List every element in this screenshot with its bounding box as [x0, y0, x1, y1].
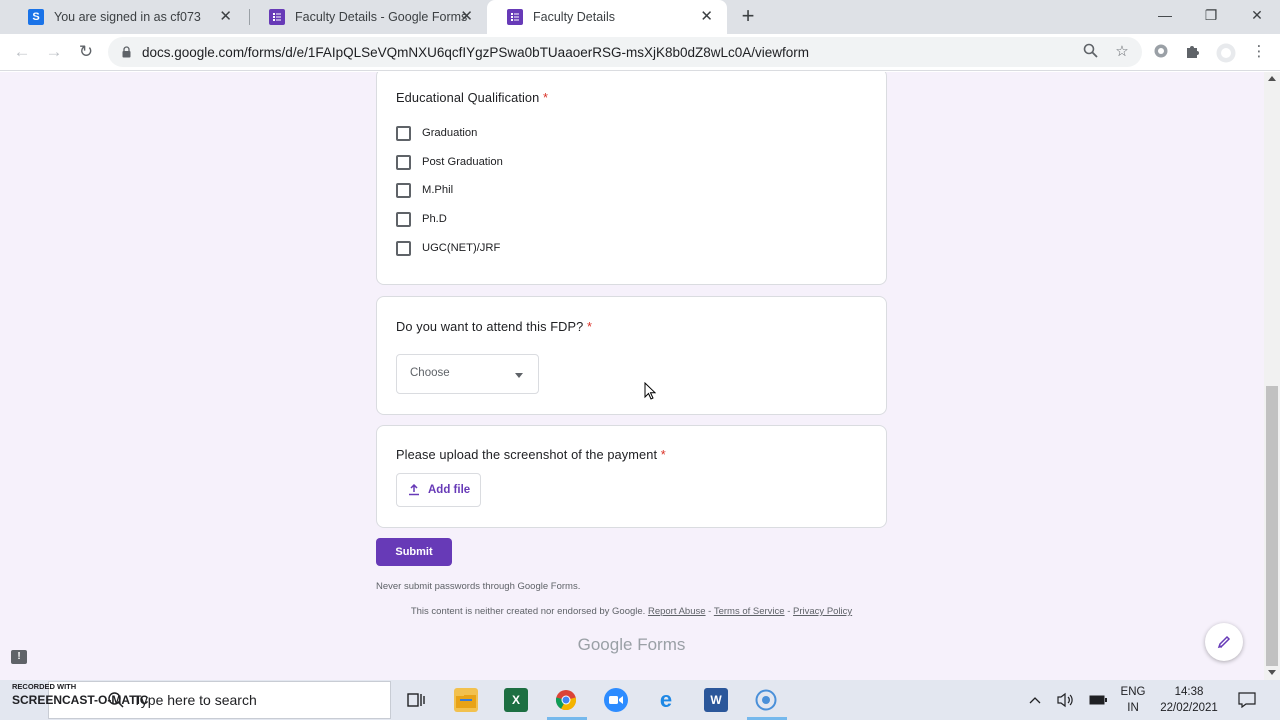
tab-strip: S You are signed in as cf073 ✕ Faculty D…: [0, 0, 1280, 34]
question-card-upload: Please upload the screenshot of the paym…: [376, 425, 887, 528]
footer-separator: -: [705, 606, 714, 617]
checkbox-option[interactable]: Ph.D: [396, 211, 447, 227]
menu-dots-icon[interactable]: ⋮: [1250, 43, 1268, 61]
windows-taskbar: Type here to search X e W ENG IN 14:38 2…: [0, 680, 1280, 720]
chrome-icon[interactable]: [554, 688, 578, 712]
watermark-screencast: SCREENCAST-O-MATIC: [12, 693, 149, 707]
profile-avatar-icon[interactable]: [1216, 43, 1236, 63]
search-placeholder: Type here to search: [133, 692, 257, 708]
tab-signed-in[interactable]: S You are signed in as cf073 ✕: [8, 0, 246, 34]
system-clock[interactable]: 14:38 22/02/2021: [1150, 684, 1228, 716]
option-label: Post Graduation: [422, 156, 503, 168]
checkbox[interactable]: [396, 125, 411, 141]
logo-forms-text: Forms: [637, 635, 686, 654]
form-footer: This content is neither created nor endo…: [376, 606, 887, 617]
forward-arrow-icon[interactable]: →: [44, 42, 64, 62]
star-icon[interactable]: ☆: [1113, 43, 1131, 61]
scrollbar-thumb[interactable]: [1266, 386, 1278, 666]
file-explorer-icon[interactable]: [454, 688, 478, 712]
task-view-icon[interactable]: [404, 688, 428, 712]
notifications-icon[interactable]: [1234, 680, 1260, 720]
tab-title: Faculty Details - Google Forms: [295, 10, 468, 24]
option-label: UGC(NET)/JRF: [422, 242, 501, 254]
dropdown-arrow-icon: [515, 373, 523, 378]
question-title: Educational Qualification *: [396, 90, 549, 105]
checkbox[interactable]: [396, 154, 411, 170]
puzzle-icon[interactable]: [1184, 43, 1202, 61]
checkbox[interactable]: [396, 240, 411, 256]
logo-google-text: Google: [577, 635, 633, 654]
battery-icon[interactable]: [1086, 680, 1110, 720]
tab-title: Faculty Details: [533, 10, 615, 24]
question-title: Do you want to attend this FDP? *: [396, 319, 593, 334]
add-file-button[interactable]: Add file: [396, 473, 481, 507]
watermark-recorded-with: RECORDED WITH: [12, 682, 77, 691]
google-forms-icon: [269, 9, 285, 25]
google-forms-icon: [507, 9, 523, 25]
option-label: Graduation: [422, 127, 478, 139]
checkbox[interactable]: [396, 211, 411, 227]
clock-time: 14:38: [1174, 686, 1204, 698]
checkbox[interactable]: [396, 182, 411, 198]
option-label: Ph.D: [422, 213, 447, 225]
privacy-policy-link[interactable]: Privacy Policy: [793, 606, 852, 617]
back-arrow-icon[interactable]: ←: [12, 42, 32, 62]
report-problem-icon[interactable]: !: [11, 650, 27, 664]
extension-icon[interactable]: [1152, 43, 1170, 61]
address-bar[interactable]: docs.google.com/forms/d/e/1FAIpQLSeVQmNX…: [108, 37, 1142, 67]
restore-icon[interactable]: ❐: [1188, 0, 1234, 30]
show-hidden-icons-chevron-icon[interactable]: [1024, 680, 1046, 720]
question-title: Please upload the screenshot of the paym…: [396, 447, 666, 462]
edit-pencil-icon[interactable]: [1205, 623, 1243, 661]
select-placeholder: Choose: [410, 367, 450, 379]
close-window-icon[interactable]: ✕: [1234, 0, 1280, 30]
question-card-fdp: Do you want to attend this FDP? * Choose: [376, 296, 887, 415]
scroll-up-arrow-icon[interactable]: [1268, 76, 1276, 81]
fdp-select-dropdown[interactable]: Choose: [396, 354, 539, 394]
report-abuse-link[interactable]: Report Abuse: [648, 606, 706, 617]
excel-icon[interactable]: X: [504, 688, 528, 712]
question-card-qualification: Educational Qualification * Graduation P…: [376, 72, 887, 285]
internet-explorer-icon[interactable]: e: [654, 687, 678, 712]
page-scrollbar[interactable]: [1264, 72, 1280, 680]
password-warning: Never submit passwords through Google Fo…: [376, 581, 581, 592]
word-icon[interactable]: W: [704, 688, 728, 712]
url-text: docs.google.com/forms/d/e/1FAIpQLSeVQmNX…: [142, 45, 810, 60]
clock-date: 22/02/2021: [1160, 702, 1218, 714]
site-s-icon: S: [28, 9, 44, 25]
scroll-down-arrow-icon[interactable]: [1268, 670, 1276, 675]
tab-title: You are signed in as cf073: [54, 10, 201, 24]
zoom-app-icon[interactable]: [604, 688, 628, 712]
zoom-icon[interactable]: [1081, 43, 1099, 61]
tab-faculty-details[interactable]: Faculty Details ✕: [487, 0, 727, 34]
volume-icon[interactable]: [1054, 680, 1078, 720]
region-code: IN: [1127, 702, 1139, 714]
terms-of-service-link[interactable]: Terms of Service: [714, 606, 785, 617]
close-icon[interactable]: ✕: [219, 9, 232, 25]
language-code: ENG: [1120, 686, 1146, 698]
close-icon[interactable]: ✕: [700, 9, 713, 25]
checkbox-option[interactable]: Post Graduation: [396, 154, 503, 170]
minimize-icon[interactable]: —: [1142, 0, 1188, 30]
browser-toolbar: ← → ↻ docs.google.com/forms/d/e/1FAIpQLS…: [0, 34, 1280, 71]
new-tab-icon[interactable]: +: [738, 5, 758, 27]
add-file-label: Add file: [428, 484, 471, 496]
upload-icon: [409, 484, 419, 496]
checkbox-option[interactable]: M.Phil: [396, 182, 453, 198]
disclaimer-text: This content is neither created nor endo…: [410, 606, 646, 617]
language-indicator[interactable]: ENG IN: [1116, 684, 1150, 716]
submit-button[interactable]: Submit: [376, 538, 452, 566]
tab-forms-editor[interactable]: Faculty Details - Google Forms ✕: [249, 0, 487, 34]
checkbox-option[interactable]: Graduation: [396, 125, 477, 141]
option-label: M.Phil: [422, 184, 454, 196]
footer-separator: -: [784, 606, 794, 617]
reload-icon[interactable]: ↻: [76, 42, 96, 62]
screencast-app-icon[interactable]: [754, 688, 778, 712]
form-page: Educational Qualification * Graduation P…: [0, 72, 1264, 680]
mouse-cursor-icon: [644, 382, 656, 400]
google-forms-logo[interactable]: Google Forms: [376, 635, 887, 655]
close-icon[interactable]: ✕: [460, 9, 473, 25]
lock-icon: [122, 46, 131, 58]
checkbox-option[interactable]: UGC(NET)/JRF: [396, 240, 500, 256]
